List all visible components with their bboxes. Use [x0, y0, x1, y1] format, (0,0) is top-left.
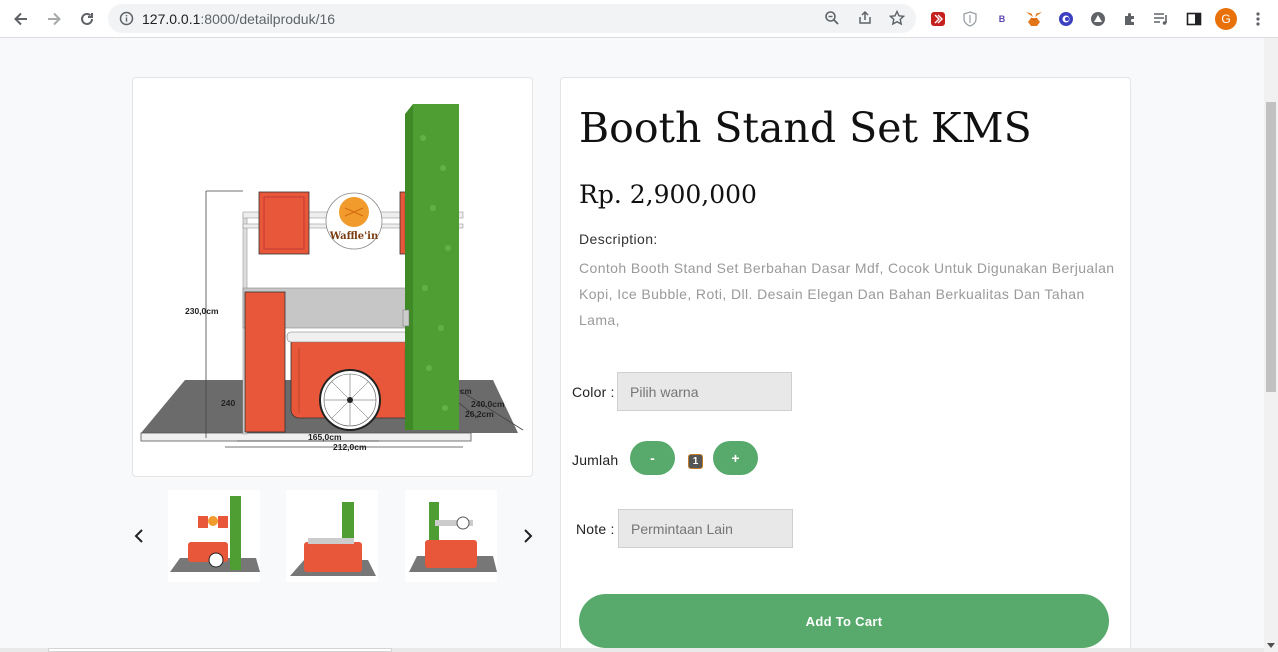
bookmark-star-icon[interactable] [888, 9, 906, 31]
product-title: Booth Stand Set KMS [579, 104, 1032, 152]
page-content: 230,0cm 240 Waffle'in cm 240.0cm 26,2cm … [0, 38, 1264, 652]
extension-red-icon[interactable] [928, 9, 948, 29]
quantity-minus-button[interactable]: - [630, 441, 675, 475]
extension-circle-icon[interactable] [1056, 9, 1076, 29]
browser-toolbar: 127.0.0.1:8000/detailproduk/16 B G [0, 0, 1278, 38]
note-input[interactable] [618, 509, 793, 548]
chevron-left-icon[interactable] [132, 526, 146, 546]
description-label: Description: [579, 231, 658, 247]
reload-icon[interactable] [76, 8, 98, 30]
metamask-fox-icon[interactable] [1024, 9, 1044, 29]
address-bar[interactable]: 127.0.0.1:8000/detailproduk/16 [108, 4, 916, 33]
product-main-image[interactable]: 230,0cm 240 Waffle'in cm 240.0cm 26,2cm … [132, 77, 533, 477]
product-description: Contoh Booth Stand Set Berbahan Dasar Md… [579, 260, 1115, 328]
horizontal-scrollbar-thumb[interactable] [48, 648, 392, 652]
url-text: 127.0.0.1:8000/detailproduk/16 [142, 11, 336, 27]
svg-text:cm: cm [460, 387, 472, 396]
svg-text:165,0cm: 165,0cm [308, 432, 342, 442]
booth-illustration: 230,0cm 240 Waffle'in cm 240.0cm 26,2cm … [140, 104, 524, 452]
media-queue-icon[interactable] [1151, 9, 1171, 29]
thumbnail-carousel [132, 490, 533, 584]
thumbnail-back[interactable] [405, 490, 497, 582]
extension-shield-icon[interactable] [960, 9, 980, 29]
product-detail-card: Booth Stand Set KMS Rp. 2,900,000 Descri… [560, 77, 1131, 652]
horizontal-scrollbar[interactable] [0, 648, 1264, 652]
scroll-down-arrow-icon[interactable] [1267, 643, 1275, 648]
quantity-label: Jumlah [572, 452, 619, 468]
back-arrow-icon[interactable] [10, 8, 32, 30]
svg-text:240.0cm: 240.0cm [471, 399, 505, 409]
forward-arrow-icon[interactable] [43, 8, 65, 30]
page-scrollbar[interactable] [1264, 38, 1278, 652]
profile-initial: G [1221, 12, 1231, 26]
site-info-icon[interactable] [119, 11, 134, 31]
share-icon[interactable] [857, 10, 873, 31]
svg-text:Waffle'in: Waffle'in [329, 231, 379, 242]
chevron-right-icon[interactable] [521, 526, 535, 546]
extension-b-icon[interactable]: B [992, 9, 1012, 29]
thumbnail-side-image [290, 502, 376, 576]
scrollbar-thumb[interactable] [1266, 102, 1276, 392]
side-panel-icon[interactable] [1184, 9, 1204, 29]
quantity-plus-button[interactable]: + [713, 441, 758, 475]
product-price: Rp. 2,900,000 [579, 180, 757, 209]
profile-avatar[interactable]: G [1215, 8, 1237, 30]
extension-diamond-icon[interactable] [1088, 9, 1108, 29]
extensions-puzzle-icon[interactable] [1120, 9, 1140, 29]
svg-text:230,0cm: 230,0cm [185, 306, 219, 316]
color-label: Color : [572, 384, 615, 400]
note-label: Note : [576, 521, 615, 537]
thumbnail-back-image [409, 502, 497, 572]
kebab-menu-icon[interactable] [1248, 9, 1268, 29]
svg-text:212,0cm: 212,0cm [333, 442, 367, 452]
zoom-icon[interactable] [824, 10, 840, 31]
thumbnail-front[interactable] [168, 490, 260, 582]
quantity-value[interactable]: 1 [688, 454, 703, 469]
svg-text:26,2cm: 26,2cm [465, 409, 494, 419]
svg-text:240: 240 [221, 398, 235, 408]
add-to-cart-button[interactable]: Add To Cart [579, 594, 1109, 648]
thumbnail-front-image [170, 496, 260, 572]
thumbnail-side[interactable] [286, 490, 378, 582]
color-input[interactable] [617, 372, 792, 411]
